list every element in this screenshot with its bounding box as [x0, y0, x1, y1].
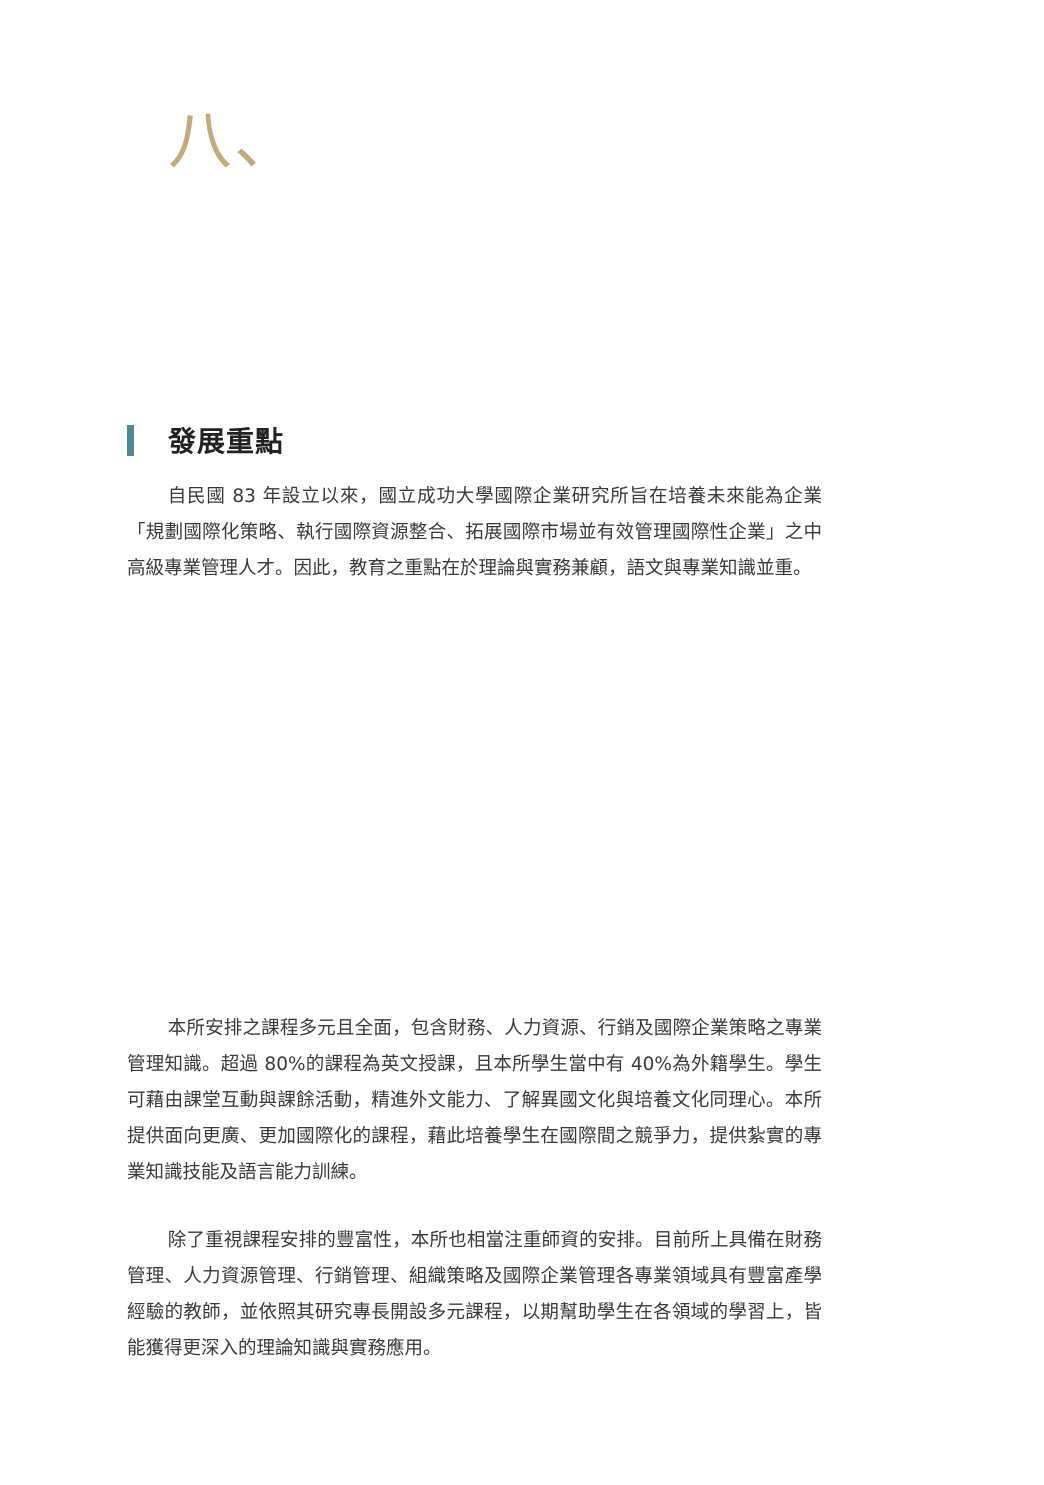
chapter-numeral: 八、	[168, 105, 300, 179]
body-paragraph-curriculum: 本所安排之課程多元且全面，包含財務、人力資源、行銷及國際企業策略之專業管理知識。…	[127, 1018, 822, 1183]
body-paragraph-faculty: 除了重視課程安排的豐富性，本所也相當注重師資的安排。目前所上具備在財務管理、人力…	[127, 1230, 822, 1359]
section-heading: 發展重點	[127, 420, 284, 460]
section-title: 發展重點	[168, 425, 285, 458]
heading-accent-bar	[127, 424, 134, 456]
body-paragraph-intro: 自民國 83 年設立以來，國立成功大學國際企業研究所旨在培養未來能為企業「規劃國…	[127, 486, 822, 579]
